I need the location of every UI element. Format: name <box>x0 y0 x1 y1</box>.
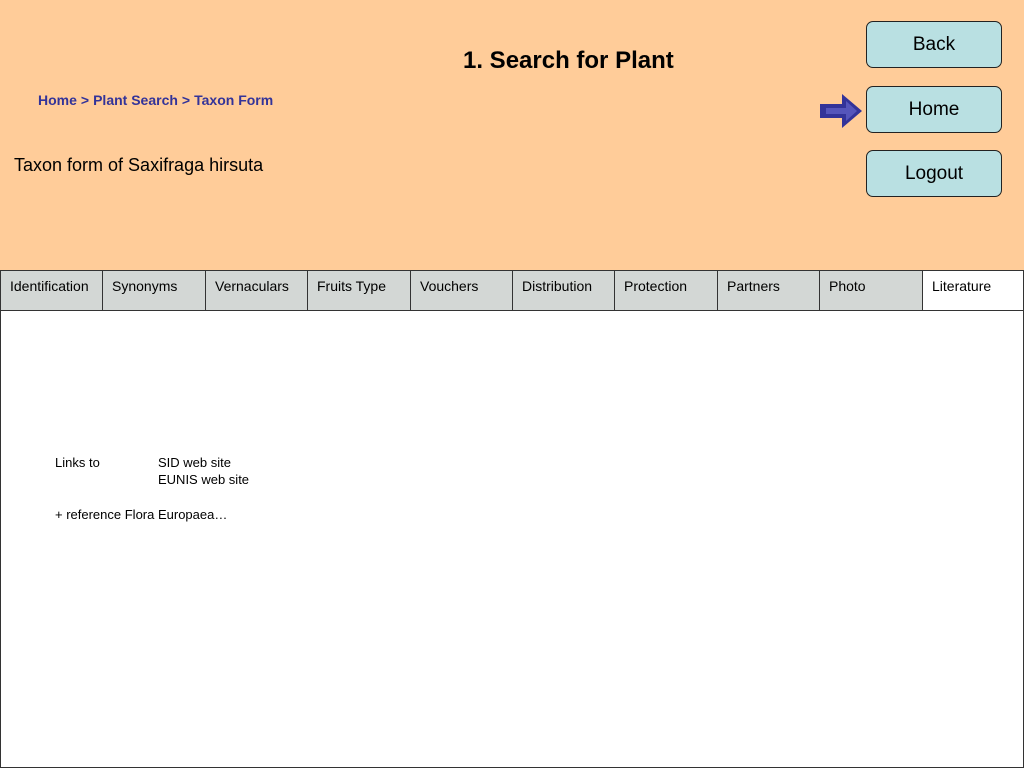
tab-distribution[interactable]: Distribution <box>512 270 615 311</box>
tab-vouchers[interactable]: Vouchers <box>410 270 513 311</box>
back-button[interactable]: Back <box>866 21 1002 68</box>
tab-synonyms[interactable]: Synonyms <box>102 270 206 311</box>
links-label: Links to <box>55 455 100 470</box>
tab-partners[interactable]: Partners <box>717 270 820 311</box>
breadcrumb-plant-search-link[interactable]: Plant Search <box>93 92 178 108</box>
literature-panel: Links to SID web site EUNIS web site + r… <box>0 310 1024 768</box>
sid-website-link[interactable]: SID web site <box>158 455 231 470</box>
arrow-right-icon <box>820 94 862 128</box>
breadcrumb-home-link[interactable]: Home <box>38 92 77 108</box>
breadcrumb-taxon-form: Taxon Form <box>194 92 274 108</box>
tab-literature[interactable]: Literature <box>922 270 1024 311</box>
reference-text: + reference Flora Europaea… <box>55 507 228 522</box>
breadcrumb: Home > Plant Search > Taxon Form <box>38 92 273 108</box>
tab-bar: Identification Synonyms Vernaculars Frui… <box>0 270 1024 311</box>
tab-photo[interactable]: Photo <box>819 270 923 311</box>
breadcrumb-separator: > <box>80 92 90 108</box>
tab-vernaculars[interactable]: Vernaculars <box>205 270 308 311</box>
breadcrumb-separator: > <box>181 92 191 108</box>
header: 1. Search for Plant Home > Plant Search > Ta… <box>0 0 1024 271</box>
eunis-website-link[interactable]: EUNIS web site <box>158 472 249 487</box>
tab-protection[interactable]: Protection <box>614 270 718 311</box>
logout-button[interactable]: Logout <box>866 150 1002 197</box>
home-button[interactable]: Home <box>866 86 1002 133</box>
taxon-title: Taxon form of Saxifraga hirsuta <box>14 155 264 175</box>
tab-identification[interactable]: Identification <box>0 270 103 311</box>
tab-fruits-type[interactable]: Fruits Type <box>307 270 411 311</box>
page-title: 1. Search for Plant <box>463 47 674 74</box>
